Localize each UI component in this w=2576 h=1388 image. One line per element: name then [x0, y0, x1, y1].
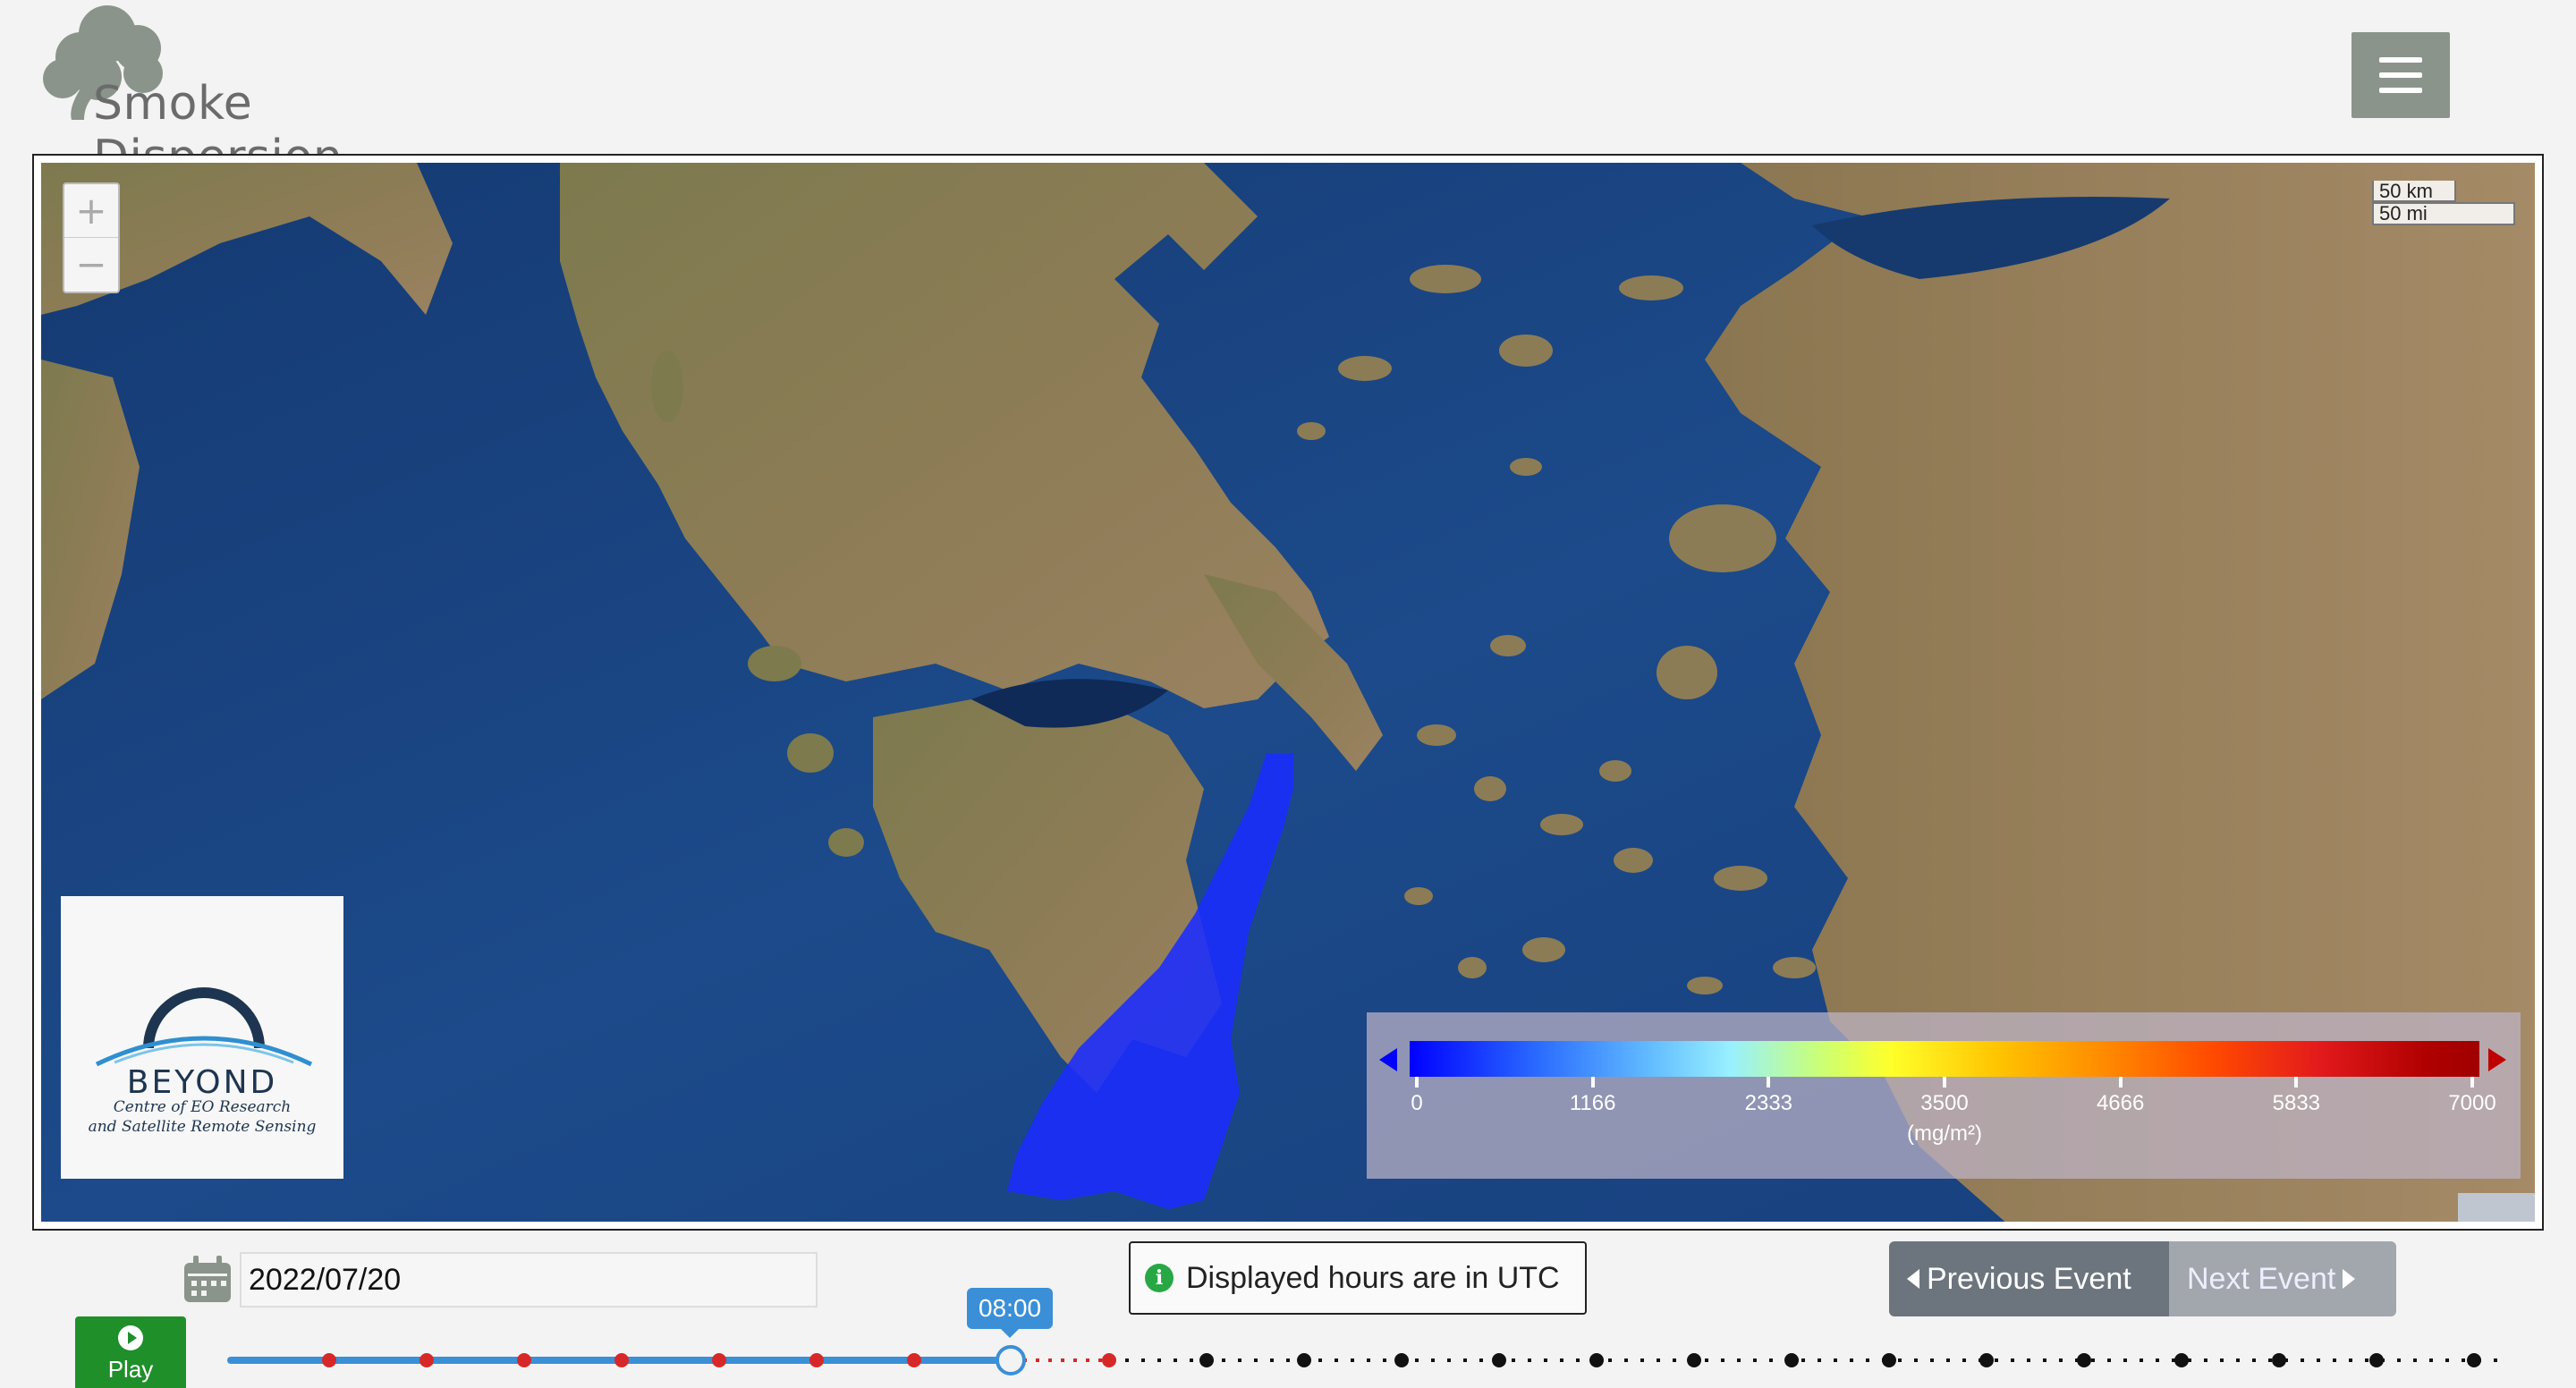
timeline-hour-dot[interactable]: [1394, 1353, 1409, 1367]
timeline-slider[interactable]: [0, 1288, 2576, 1377]
current-time-label: 08:00: [967, 1288, 1053, 1338]
timeline-hour-dot[interactable]: [2174, 1353, 2189, 1367]
timeline-hour-dot[interactable]: [1102, 1353, 1116, 1367]
timeline-handle: [996, 1345, 1026, 1375]
timeline-hour-dot[interactable]: [712, 1353, 726, 1367]
timeline-hour-dot[interactable]: [1199, 1353, 1214, 1367]
caret-right-icon: [2343, 1269, 2356, 1289]
beyond-subtitle-1: Centre of EO Research: [113, 1098, 292, 1116]
legend-arrow-left-icon: [1379, 1048, 1397, 1071]
legend-tick: [1943, 1077, 1946, 1088]
legend-tick-label: 2333: [1744, 1091, 1793, 1115]
timeline-hour-dot[interactable]: [809, 1353, 824, 1367]
timeline-hour-dot[interactable]: [1882, 1353, 1896, 1367]
map-attribution: [2458, 1193, 2535, 1222]
legend-tick: [2470, 1077, 2474, 1088]
timeline-hour-dot[interactable]: [322, 1353, 336, 1367]
beyond-logo: BEYOND Centre of EO Research and Satelli…: [61, 896, 343, 1179]
legend-unit: (mg/m²): [1907, 1121, 1982, 1146]
legend-tick: [1415, 1077, 1419, 1088]
legend-colorbar: [1410, 1041, 2479, 1077]
timeline-hour-dot[interactable]: [1784, 1353, 1799, 1367]
timeline-hour-dot[interactable]: [1589, 1353, 1604, 1367]
map-view[interactable]: + − 50 km 50 mi BEYOND Centre of EO Rese…: [41, 163, 2535, 1222]
legend-tick-label: 7000: [2448, 1091, 2496, 1115]
timeline-hour-dot[interactable]: [2369, 1353, 2384, 1367]
scale-km: 50 km: [2372, 181, 2456, 202]
legend-tick-label: 0: [1411, 1091, 1423, 1115]
caret-left-icon: [1907, 1269, 1919, 1289]
legend-tick-label: 1166: [1569, 1091, 1616, 1115]
map-frame: + − 50 km 50 mi BEYOND Centre of EO Rese…: [32, 154, 2544, 1231]
legend-tick: [1590, 1077, 1595, 1088]
zoom-in-button[interactable]: +: [64, 184, 118, 238]
legend-tick: [2118, 1077, 2123, 1088]
timeline-hour-dot[interactable]: [1492, 1353, 1506, 1367]
legend-tick-label: 5833: [2272, 1091, 2321, 1115]
color-legend: 0 1166 2333 3500 4666 5833 7000 (mg/m²): [1367, 1012, 2521, 1179]
scale-mi: 50 mi: [2372, 202, 2515, 225]
zoom-out-button[interactable]: −: [64, 238, 118, 291]
timeline-hour-dot[interactable]: [2467, 1353, 2481, 1367]
hamburger-icon: [2379, 57, 2422, 63]
timeline-hour-dot[interactable]: [419, 1353, 434, 1367]
timeline-hour-dot[interactable]: [2272, 1353, 2286, 1367]
app-logo: Smoke Dispersion: [32, 0, 479, 184]
timeline-hour-dot[interactable]: [907, 1353, 921, 1367]
beyond-arch-icon: [95, 987, 313, 1067]
legend-tick: [2294, 1077, 2299, 1088]
timeline-hour-dot[interactable]: [614, 1353, 629, 1367]
timeline-hour-dot[interactable]: [1687, 1353, 1701, 1367]
beyond-title: BEYOND: [126, 1064, 278, 1101]
timeline-hour-dot[interactable]: [1297, 1353, 1311, 1367]
beyond-subtitle-2: and Satellite Remote Sensing: [88, 1118, 317, 1136]
menu-button[interactable]: [2351, 32, 2450, 118]
legend-tick: [1767, 1077, 1771, 1088]
timeline-hour-dot[interactable]: [517, 1353, 531, 1367]
zoom-control: + −: [63, 182, 120, 293]
timeline-hour-dot[interactable]: [2077, 1353, 2091, 1367]
legend-tick-label: 3500: [1920, 1091, 1969, 1115]
timeline-hour-dot[interactable]: [1979, 1353, 1994, 1367]
map-scale: 50 km 50 mi: [2372, 181, 2515, 225]
legend-tick-label: 4666: [2096, 1091, 2145, 1115]
legend-arrow-right-icon: [2488, 1048, 2506, 1071]
